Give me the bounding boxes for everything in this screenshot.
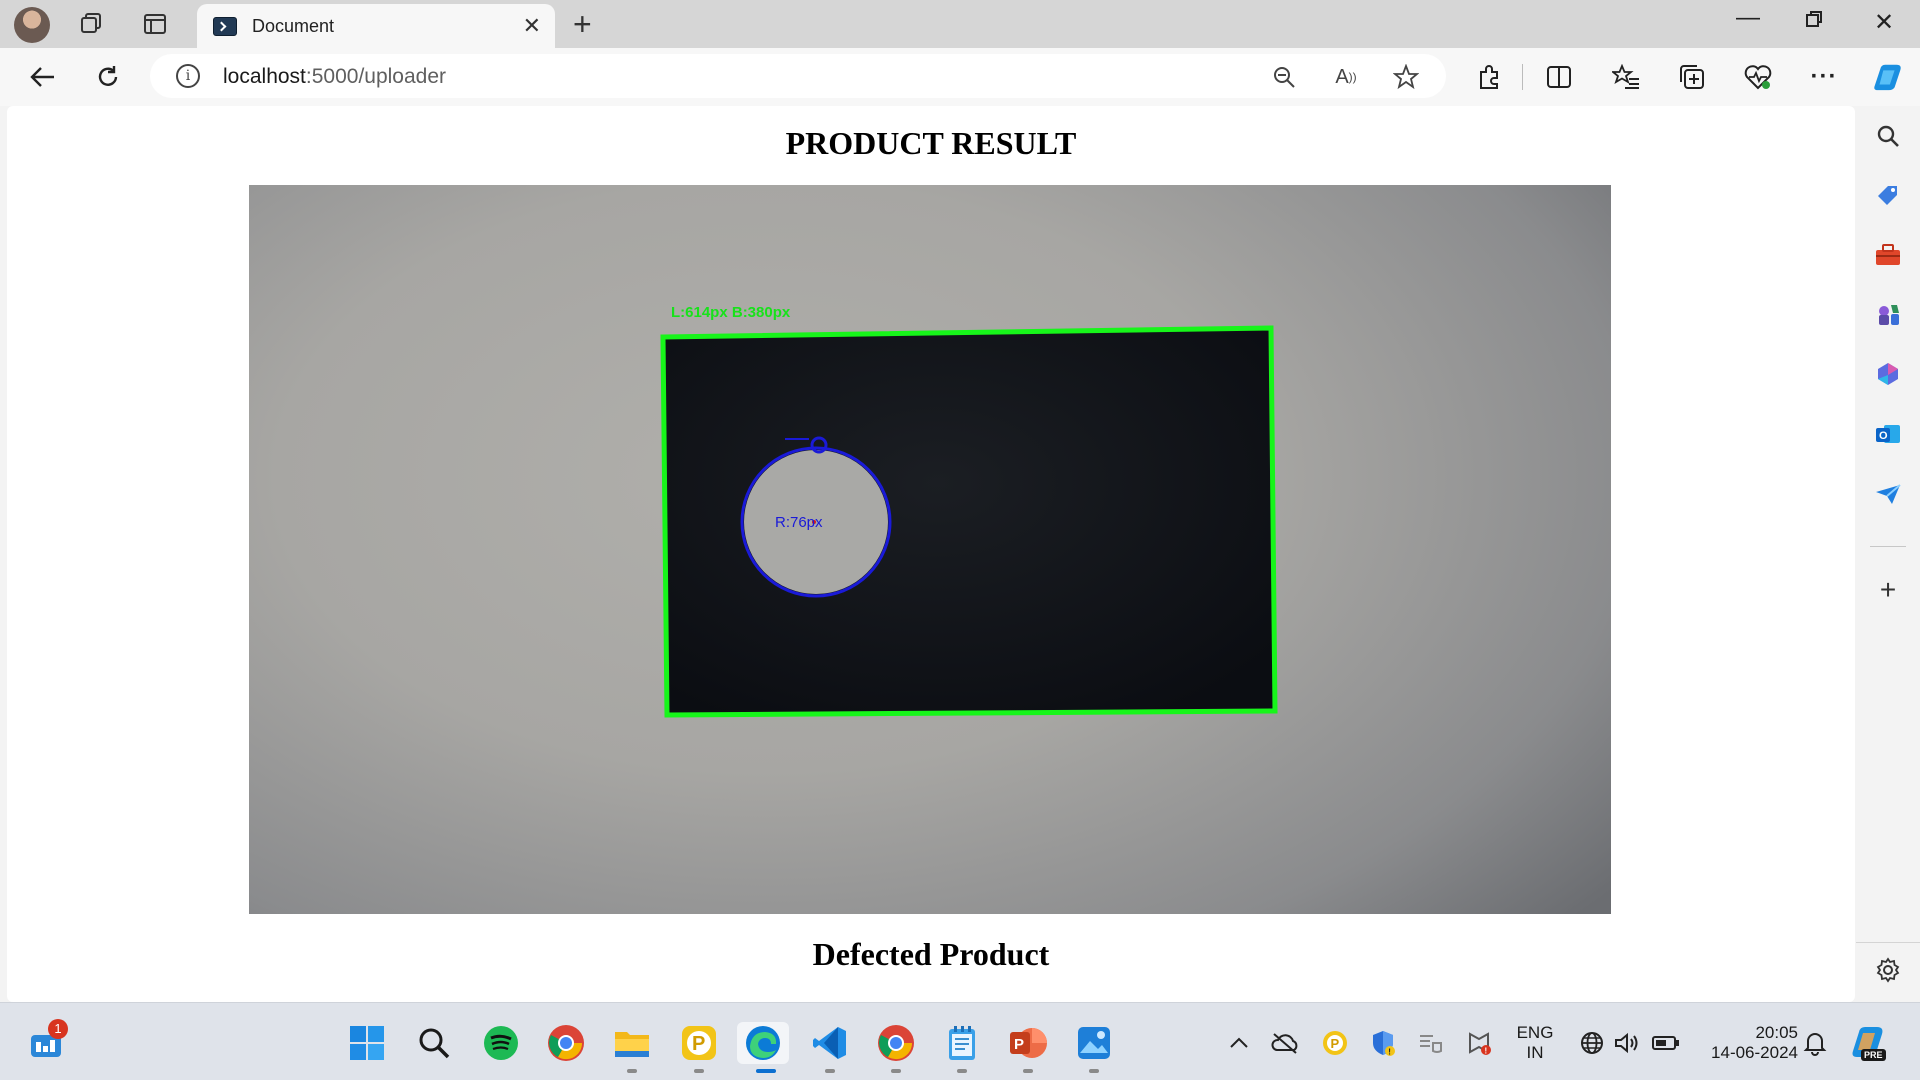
browser-essentials-icon[interactable] [1742, 61, 1774, 93]
favorite-star-icon[interactable] [1392, 63, 1420, 91]
close-tab-icon[interactable]: ✕ [523, 13, 541, 39]
terminal-icon [213, 17, 237, 36]
active-tab[interactable]: Document ✕ [197, 4, 555, 48]
refresh-icon[interactable] [92, 61, 124, 93]
start-windows-icon[interactable] [346, 1022, 388, 1064]
svg-text:P: P [692, 1033, 705, 1055]
page-viewport: PRODUCT RESULT L:614px B:380px R:76px De… [7, 106, 1855, 1002]
volume-icon[interactable] [1612, 1022, 1642, 1064]
copilot-taskbar-icon[interactable]: PRE [1848, 1022, 1890, 1064]
language-code: ENG [1516, 1023, 1554, 1042]
clock[interactable]: 20:05 14-06-2024 [1694, 1023, 1798, 1063]
detection-overlay: L:614px B:380px R:76px [660, 304, 1278, 718]
explorer-running-indicator [627, 1069, 637, 1073]
edge-active-bar [756, 1069, 776, 1073]
tools-icon[interactable] [1872, 239, 1904, 271]
url-host: localhost [223, 65, 306, 88]
address-bar[interactable]: i localhost:5000/uploader A)) [150, 54, 1446, 98]
shopping-tag-icon[interactable] [1872, 179, 1904, 211]
chrome-profile-icon[interactable] [875, 1022, 917, 1064]
globe-network-icon[interactable] [1577, 1022, 1607, 1064]
security-shield-icon[interactable]: ! [1368, 1022, 1398, 1064]
vscode-icon[interactable] [809, 1022, 851, 1064]
language-indicator[interactable]: ENG IN [1512, 1023, 1558, 1063]
extensions-icon[interactable] [1473, 61, 1505, 93]
powerpoint-icon[interactable]: P [1007, 1022, 1049, 1064]
collections-icon[interactable] [1676, 61, 1708, 93]
send-icon[interactable] [1872, 478, 1904, 510]
svg-text:P: P [1331, 1036, 1340, 1051]
site-info-icon[interactable]: i [176, 64, 200, 88]
search-icon[interactable] [1872, 120, 1904, 152]
workspaces-icon[interactable] [78, 11, 106, 37]
clock-time: 20:05 [1755, 1023, 1798, 1042]
onedrive-offline-icon[interactable] [1270, 1022, 1300, 1064]
microsoft365-icon[interactable] [1872, 358, 1904, 390]
page-title: PRODUCT RESULT [785, 125, 1077, 161]
clock-date: 14-06-2024 [1711, 1043, 1798, 1062]
read-aloud-icon[interactable]: A)) [1332, 63, 1360, 91]
battery-icon[interactable] [1650, 1022, 1682, 1064]
pcloud-app-icon[interactable]: P [678, 1022, 720, 1064]
copilot-pre-badge: PRE [1861, 1049, 1886, 1061]
settings-gear-icon[interactable] [1872, 954, 1904, 986]
sidebar-divider [1870, 546, 1906, 547]
sidebar-bottom-divider [1856, 942, 1920, 943]
show-hidden-icons-chevron-icon[interactable] [1226, 1022, 1252, 1064]
result-verdict: Defected Product [812, 936, 1050, 972]
svg-text:P: P [1014, 1036, 1024, 1053]
vertical-tabs-icon[interactable] [141, 11, 169, 37]
photos-running-indicator [1089, 1069, 1099, 1073]
edge-icon[interactable] [737, 1022, 789, 1064]
new-tab-icon[interactable]: + [573, 6, 592, 43]
windows-taskbar: 1 P P P ! ! ENG IN 20:05 14-06-2024 PRE [0, 1002, 1920, 1080]
file-explorer-icon[interactable] [611, 1022, 653, 1064]
copilot-icon[interactable] [1872, 61, 1904, 93]
toolbar-divider [1522, 64, 1523, 90]
split-screen-icon[interactable] [1543, 61, 1575, 93]
url-text[interactable]: localhost:5000/uploader [223, 65, 446, 89]
dimension-label: L:614px B:380px [671, 304, 791, 321]
zoom-out-icon[interactable] [1270, 63, 1298, 91]
chrome-running-indicator [891, 1069, 901, 1073]
close-window-icon[interactable]: ✕ [1874, 8, 1894, 37]
add-sidebar-app-icon[interactable]: + [1872, 574, 1904, 606]
widgets-badge: 1 [48, 1019, 68, 1039]
photos-icon[interactable] [1073, 1022, 1115, 1064]
svg-text:!: ! [1388, 1048, 1391, 1057]
language-region: IN [1526, 1043, 1544, 1062]
navigation-bar: i localhost:5000/uploader A)) ··· [0, 48, 1920, 106]
title-bar: Document ✕ + — ✕ [0, 0, 1920, 48]
url-path: :5000/uploader [305, 65, 447, 88]
vscode-running-indicator [825, 1069, 835, 1073]
games-icon[interactable] [1872, 298, 1904, 330]
taskbar-search-icon[interactable] [413, 1022, 455, 1064]
widgets-icon[interactable]: 1 [26, 1019, 68, 1064]
svg-text:O: O [1879, 430, 1888, 442]
favorites-icon[interactable] [1610, 61, 1642, 93]
pcloud-tray-icon[interactable]: P [1320, 1022, 1350, 1064]
pcloud-running-indicator [694, 1069, 704, 1073]
notepad-running-indicator [957, 1069, 967, 1073]
notepad-icon[interactable] [941, 1022, 983, 1064]
tab-title: Document [252, 16, 335, 36]
notifications-bell-icon[interactable] [1799, 1022, 1831, 1064]
spotify-icon[interactable] [480, 1022, 522, 1064]
profile-avatar[interactable] [14, 7, 50, 43]
back-icon[interactable] [26, 61, 58, 93]
more-options-icon[interactable]: ··· [1808, 61, 1840, 93]
svg-text:!: ! [1485, 1047, 1488, 1056]
mcafee-icon[interactable]: ! [1464, 1022, 1494, 1064]
network-status-icon[interactable] [1416, 1022, 1446, 1064]
result-image: L:614px B:380px R:76px [249, 185, 1611, 914]
chrome-icon[interactable] [545, 1022, 587, 1064]
outlook-icon[interactable]: O [1872, 418, 1904, 450]
radius-label: R:76px [775, 514, 823, 531]
edge-sidebar: O + [1856, 106, 1920, 1002]
restore-icon[interactable] [1804, 8, 1824, 36]
minimize-icon[interactable]: — [1736, 4, 1760, 32]
powerpoint-running-indicator [1023, 1069, 1033, 1073]
